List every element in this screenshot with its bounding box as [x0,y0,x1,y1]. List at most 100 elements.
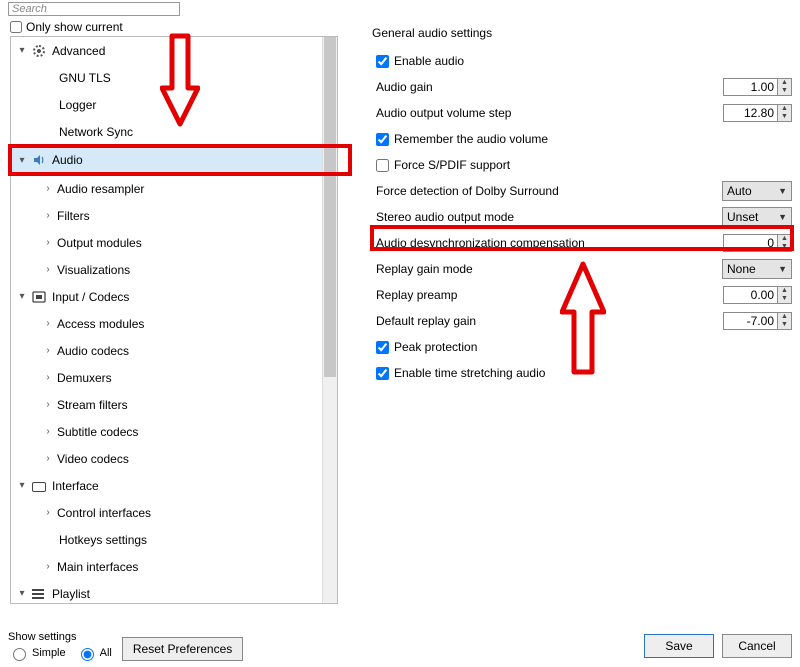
tree-item-demuxers[interactable]: › Demuxers [11,364,337,391]
dolby-value: Auto [727,184,752,198]
force-spdif-row: Force S/PDIF support [376,152,792,178]
desync-spinner[interactable]: ▲▼ [778,234,792,252]
tree-item-audio-resampler[interactable]: › Audio resampler [11,175,337,202]
enable-audio-checkbox[interactable] [376,55,389,68]
tree-item-hotkeys-settings[interactable]: Hotkeys settings [11,526,337,553]
audio-gain-input[interactable] [723,78,778,96]
tree-item-audio-codecs[interactable]: › Audio codecs [11,337,337,364]
tree-item-visualizations[interactable]: › Visualizations [11,256,337,283]
tree-item-playlist[interactable]: ▾ Playlist [11,580,337,604]
tree-label: Audio [52,153,83,167]
chevron-down-icon: ▾ [17,480,27,491]
radio-simple-input[interactable] [13,648,26,661]
tree-item-video-codecs[interactable]: › Video codecs [11,445,337,472]
tree-item-advanced[interactable]: ▾ Advanced [11,37,337,64]
chevron-right-icon: › [43,372,53,383]
force-spdif-label: Force S/PDIF support [394,158,510,172]
stereo-mode-select[interactable]: Unset▼ [722,207,792,227]
tree-item-stream-filters[interactable]: › Stream filters [11,391,337,418]
tree-label: GNU TLS [59,71,111,85]
tree-item-gnu-tls[interactable]: GNU TLS [11,64,337,91]
tree-item-filters[interactable]: › Filters [11,202,337,229]
chevron-down-icon: ▾ [17,588,27,599]
stereo-mode-row: Stereo audio output mode Unset▼ [376,204,792,230]
audio-gain-row: Audio gain ▲▼ [376,74,792,100]
default-replay-label: Default replay gain [376,314,723,328]
interface-icon [31,478,47,494]
remember-volume-checkbox[interactable] [376,133,389,146]
chevron-down-icon: ▾ [17,291,27,302]
tree-label: Interface [52,479,99,493]
remember-volume-row: Remember the audio volume [376,126,792,152]
chevron-right-icon: › [43,237,53,248]
peak-protection-checkbox[interactable] [376,341,389,354]
tree-item-access-modules[interactable]: › Access modules [11,310,337,337]
tree-item-network-sync[interactable]: Network Sync [11,118,337,145]
tree-label: Advanced [52,44,105,58]
replay-preamp-row: Replay preamp ▲▼ [376,282,792,308]
tree-scrollbar[interactable] [322,37,337,603]
replay-preamp-input[interactable] [723,286,778,304]
default-replay-input[interactable] [723,312,778,330]
time-stretch-checkbox[interactable] [376,367,389,380]
tree-item-interface[interactable]: ▾ Interface [11,472,337,499]
chevron-right-icon: › [43,318,53,329]
chevron-right-icon: › [43,210,53,221]
tree-item-subtitle-codecs[interactable]: › Subtitle codecs [11,418,337,445]
tree-item-main-interfaces[interactable]: › Main interfaces [11,553,337,580]
dolby-select[interactable]: Auto ▼ [722,181,792,201]
volume-step-input[interactable] [723,104,778,122]
tree-label: Filters [57,209,90,223]
tree-label: Output modules [57,236,142,250]
tree-item-logger[interactable]: Logger [11,91,337,118]
tree-label: Network Sync [59,125,133,139]
radio-all-input[interactable] [81,648,94,661]
footer: Show settings Simple All Reset Preferenc… [8,631,792,661]
only-show-current-checkbox[interactable]: Only show current [10,20,123,34]
chevron-down-icon: ▼ [778,212,787,222]
volume-step-row: Audio output volume step ▲▼ [376,100,792,126]
only-show-current-box[interactable] [10,21,22,33]
save-button[interactable]: Save [644,634,714,658]
chevron-right-icon: › [43,426,53,437]
radio-all[interactable]: All [76,645,112,661]
default-replay-row: Default replay gain ▲▼ [376,308,792,334]
time-stretch-label: Enable time stretching audio [394,366,545,380]
tree-label: Main interfaces [57,560,138,574]
tree-label: Audio codecs [57,344,129,358]
default-replay-spinner[interactable]: ▲▼ [778,312,792,330]
tree-label: Subtitle codecs [57,425,138,439]
tree-label: Control interfaces [57,506,151,520]
force-spdif-checkbox[interactable] [376,159,389,172]
tree-label: Input / Codecs [52,290,129,304]
show-settings-label: Show settings [8,631,112,643]
tree-item-audio[interactable]: ▾ Audio [11,145,337,175]
audio-gain-label: Audio gain [376,80,723,94]
tree-label: Visualizations [57,263,130,277]
search-input[interactable]: Search [8,2,180,16]
peak-protection-label: Peak protection [394,340,477,354]
audio-gain-spinner[interactable]: ▲▼ [778,78,792,96]
tree-item-input-codecs[interactable]: ▾ Input / Codecs [11,283,337,310]
section-title: General audio settings [372,26,492,40]
volume-step-spinner[interactable]: ▲▼ [778,104,792,122]
scrollbar-thumb[interactable] [324,37,336,377]
chevron-down-icon: ▾ [17,155,27,166]
enable-audio-row: Enable audio [376,48,792,74]
tree-label: Demuxers [57,371,112,385]
tree-item-control-interfaces[interactable]: › Control interfaces [11,499,337,526]
tree-label: Logger [59,98,96,112]
replay-preamp-spinner[interactable]: ▲▼ [778,286,792,304]
replay-mode-select[interactable]: None▼ [722,259,792,279]
tree-item-output-modules[interactable]: › Output modules [11,229,337,256]
codec-icon [31,289,47,305]
radio-simple[interactable]: Simple [8,645,66,661]
radio-simple-label: Simple [32,647,66,659]
chevron-right-icon: › [43,507,53,518]
cancel-button[interactable]: Cancel [722,634,792,658]
chevron-down-icon: ▼ [778,186,787,196]
desync-input[interactable] [723,234,778,252]
replay-mode-row: Replay gain mode None▼ [376,256,792,282]
reset-preferences-button[interactable]: Reset Preferences [122,637,243,661]
radio-all-label: All [100,647,112,659]
